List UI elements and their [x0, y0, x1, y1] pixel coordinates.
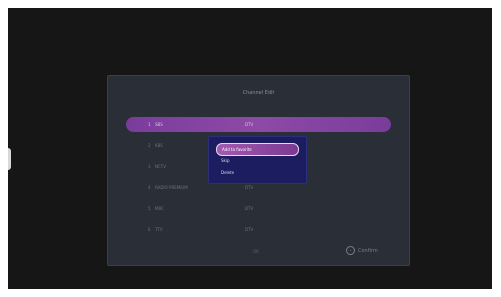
confirm-button[interactable]: Confirm [346, 245, 398, 257]
channel-number: 4 [148, 185, 151, 190]
channel-number: 6 [148, 227, 151, 232]
channel-context-menu: Add to favorite Skip Delete [208, 136, 307, 184]
channel-row[interactable]: 1 SBS DTV [126, 117, 391, 132]
side-indicator [8, 148, 11, 170]
channel-type: DTV [245, 185, 254, 190]
channel-number: 3 [148, 164, 151, 169]
menu-item-skip[interactable]: Skip [216, 155, 297, 166]
channel-type: DTV [245, 206, 254, 211]
menu-item-delete[interactable]: Delete [216, 167, 297, 178]
channel-type: DTV [245, 227, 254, 232]
circle-ok-icon [346, 246, 355, 255]
channel-number: 2 [148, 143, 151, 148]
menu-item-label: Add to favorite [222, 147, 252, 152]
channel-name: MBC [155, 206, 164, 211]
channel-name: RADIO PREMIUM [155, 185, 188, 190]
menu-item-label: Skip [221, 158, 230, 163]
channel-name: NCTV [155, 164, 166, 169]
channel-number: 1 [148, 122, 151, 127]
channel-row[interactable]: 5 MBC DTV [126, 201, 391, 216]
tv-screen: Channel Edit 1 SBS DTV 2 KBS DTV 3 NCTV … [8, 8, 492, 289]
confirm-label: Confirm [358, 248, 378, 254]
channel-name: SBS [155, 122, 163, 127]
panel-title: Channel Edit [242, 90, 275, 96]
channel-name: TTV [155, 227, 163, 232]
footer-hint: OK [253, 249, 259, 254]
menu-item-label: Delete [221, 170, 235, 175]
channel-row[interactable]: 6 TTV DTV [126, 222, 391, 237]
channel-number: 5 [148, 206, 151, 211]
channel-name: KBS [155, 143, 163, 148]
channel-type: DTV [245, 122, 254, 127]
